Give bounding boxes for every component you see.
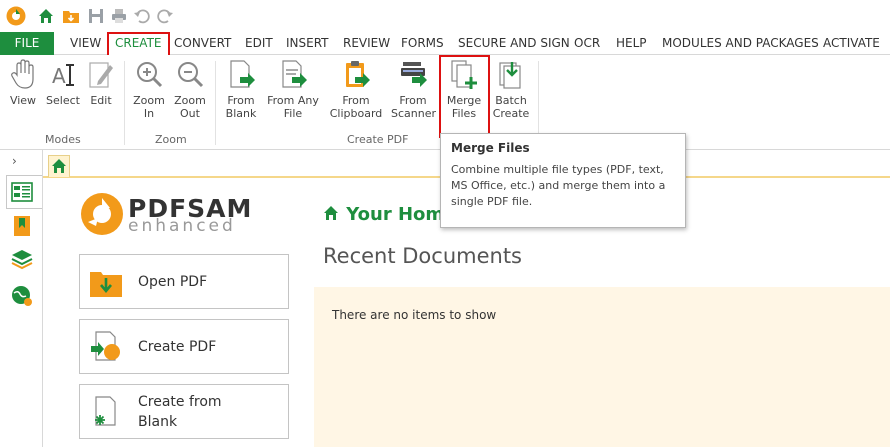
tab-create[interactable]: CREATE — [107, 32, 170, 56]
zoom-out-label-2: Out — [180, 107, 200, 120]
group-label-modes: Modes — [45, 133, 81, 146]
from-any-file-label-1: From Any — [267, 94, 319, 107]
blank-page-icon — [230, 60, 255, 88]
home-icon[interactable] — [37, 7, 55, 25]
from-any-file-button[interactable]: From Any File — [266, 59, 320, 120]
group-separator — [215, 61, 216, 145]
open-folder-icon[interactable] — [62, 7, 80, 25]
tab-secure-and-sign[interactable]: SECURE AND SIGN — [458, 32, 570, 55]
thumbnails-icon[interactable] — [10, 180, 34, 204]
bookmark-icon[interactable] — [10, 214, 34, 238]
pdfsam-logo-icon — [81, 193, 123, 235]
create-from-blank-label-1: Create from — [138, 394, 222, 410]
scanner-icon — [401, 62, 427, 87]
select-label: Select — [46, 94, 80, 107]
empty-list-message: There are no items to show — [332, 308, 497, 322]
your-home-title: Your Hom — [322, 204, 444, 225]
hand-icon — [11, 59, 34, 89]
save-icon[interactable] — [87, 7, 105, 25]
merge-files-tooltip: Merge Files Combine multiple file types … — [440, 133, 686, 228]
create-pdf-button[interactable]: Create PDF — [79, 319, 289, 374]
redo-icon[interactable] — [156, 7, 174, 25]
file-tab[interactable]: FILE — [0, 32, 54, 55]
edit-pencil-icon — [89, 62, 113, 88]
tab-modules-and-packages[interactable]: MODULES AND PACKAGES — [662, 32, 819, 55]
zoom-in-label-2: In — [143, 107, 155, 120]
edit-label: Edit — [90, 94, 112, 107]
from-clipboard-label-2: Clipboard — [329, 107, 383, 120]
zoom-in-button[interactable]: Zoom In — [131, 59, 167, 120]
create-pdf-label: Create PDF — [138, 339, 217, 355]
from-scanner-button[interactable]: From Scanner — [391, 59, 437, 120]
text-select-icon: A — [52, 64, 74, 88]
tooltip-body: Combine multiple file types (PDF, text, … — [451, 163, 666, 208]
home-tab-icon — [52, 159, 66, 173]
merge-files-highlight — [439, 55, 490, 138]
print-icon[interactable] — [110, 7, 128, 25]
home-icon — [324, 206, 338, 220]
tab-insert[interactable]: INSERT — [286, 32, 329, 55]
tooltip-title: Merge Files — [451, 141, 530, 155]
from-any-file-label-2: File — [283, 107, 303, 120]
tab-view[interactable]: VIEW — [70, 32, 101, 55]
zoom-out-label-1: Zoom — [174, 94, 206, 107]
zoom-out-button[interactable]: Zoom Out — [172, 59, 208, 120]
create-from-blank-button[interactable]: Create from Blank — [79, 384, 289, 439]
edit-mode-button[interactable]: Edit — [85, 59, 117, 107]
zoom-out-icon — [178, 62, 204, 88]
group-label-create-pdf: Create PDF — [347, 133, 409, 146]
brand-subtitle: enhanced — [128, 216, 236, 236]
zoom-in-label-1: Zoom — [133, 94, 165, 107]
chevron-right-icon[interactable]: › — [12, 154, 17, 168]
open-pdf-button[interactable]: Open PDF — [79, 254, 289, 309]
from-clipboard-label-1: From — [342, 94, 370, 107]
create-pdf-icon — [91, 331, 120, 361]
group-label-zoom: Zoom — [155, 133, 187, 146]
tab-activate[interactable]: ACTIVATE — [823, 32, 880, 55]
batch-create-button[interactable]: Batch Create — [491, 59, 531, 120]
side-panel: › — [0, 150, 43, 447]
from-blank-label-2: Blank — [225, 107, 257, 120]
tab-review[interactable]: REVIEW — [343, 32, 390, 55]
batch-create-label-1: Batch — [495, 94, 527, 107]
batch-create-label-2: Create — [492, 107, 530, 120]
from-blank-label-1: From — [227, 94, 255, 107]
layers-icon[interactable] — [10, 248, 34, 272]
quick-access-toolbar — [0, 0, 890, 32]
your-home-text: Your Hom — [346, 204, 445, 225]
select-mode-button[interactable]: A Select — [45, 59, 81, 107]
tab-ocr[interactable]: OCR — [574, 32, 600, 55]
globe-link-icon[interactable] — [10, 284, 34, 308]
blank-page-icon — [95, 396, 116, 426]
from-clipboard-button[interactable]: From Clipboard — [328, 59, 384, 120]
tab-edit[interactable]: EDIT — [245, 32, 273, 55]
clipboard-icon — [346, 61, 370, 87]
app-logo-icon[interactable] — [6, 6, 26, 26]
batch-create-icon — [499, 62, 521, 89]
svg-text:A: A — [52, 64, 66, 88]
recent-documents-list: There are no items to show — [314, 287, 890, 447]
any-file-icon — [282, 60, 307, 88]
view-mode-button[interactable]: View — [6, 59, 40, 107]
from-scanner-label-1: From — [399, 94, 427, 107]
tab-help[interactable]: HELP — [616, 32, 647, 55]
undo-icon[interactable] — [133, 7, 151, 25]
tab-forms[interactable]: FORMS — [401, 32, 444, 55]
open-folder-icon — [90, 272, 122, 297]
from-scanner-label-2: Scanner — [391, 107, 437, 120]
zoom-in-icon — [137, 62, 163, 88]
tab-convert[interactable]: CONVERT — [174, 32, 231, 55]
create-from-blank-label-2: Blank — [138, 414, 178, 430]
recent-documents-title: Recent Documents — [323, 244, 522, 268]
open-pdf-label: Open PDF — [138, 274, 208, 290]
view-label: View — [9, 94, 37, 107]
from-blank-button[interactable]: From Blank — [222, 59, 260, 120]
menu-bar: FILE VIEW CREATE CONVERT EDIT INSERT REV… — [0, 32, 890, 56]
home-tab[interactable] — [48, 155, 70, 177]
group-separator — [124, 61, 125, 145]
